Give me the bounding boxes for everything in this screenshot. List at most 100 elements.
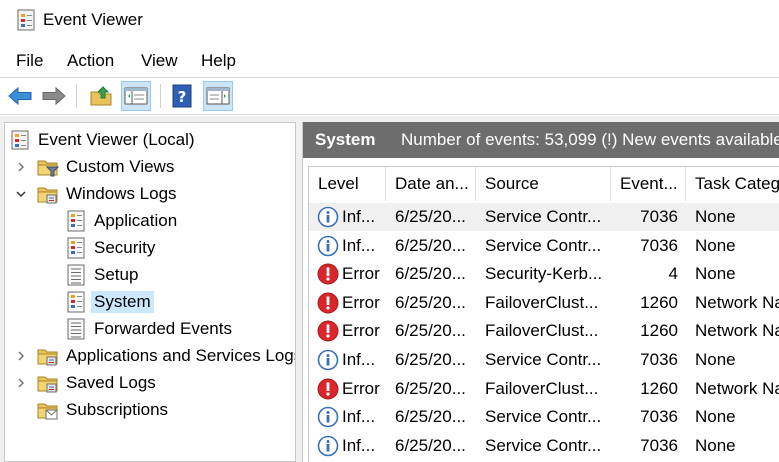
menu-action[interactable]: Action [67, 51, 114, 71]
folder-icon [37, 345, 59, 367]
plain-log-icon [65, 264, 87, 286]
cell-event-id: 7036 [640, 350, 678, 369]
cell-level: Error [342, 292, 380, 312]
info-icon [317, 406, 339, 428]
column-header-level[interactable]: Level [309, 167, 386, 201]
cell-date: 6/25/20... [395, 350, 466, 369]
cell-event-id: 7036 [640, 207, 678, 226]
error-icon [317, 292, 339, 314]
chevron-right-icon[interactable] [15, 377, 27, 389]
cell-date: 6/25/20... [395, 264, 466, 284]
chevron-right-icon[interactable] [15, 161, 27, 173]
cell-date: 6/25/20... [395, 321, 466, 341]
cell-date: 6/25/20... [395, 435, 466, 455]
menu-file[interactable]: File [16, 51, 43, 71]
menu-view[interactable]: View [141, 51, 178, 71]
table-row[interactable]: Inf... 6/25/20... Service Contr... 7036 None [309, 432, 779, 460]
event-count-info: Number of events: 53,099 (!) New events … [401, 130, 779, 149]
column-header-source[interactable]: Source [476, 167, 611, 201]
help-button[interactable]: ? [167, 81, 197, 111]
tree-item-label: Applications and Services Logs [66, 346, 296, 365]
tree-item-security[interactable]: Security [5, 235, 295, 261]
cell-source: FailoverClust... [485, 378, 599, 398]
table-row[interactable]: Error 6/25/20... Security-Kerb... 4 None [309, 260, 779, 288]
show-hide-console-tree-button[interactable] [121, 81, 151, 111]
cell-date: 6/25/20... [395, 407, 466, 427]
table-row[interactable]: Error 6/25/20... FailoverClust... 1260 Netwo… [309, 289, 779, 317]
show-hide-action-pane-icon [206, 87, 230, 105]
tree-item-forwarded-events[interactable]: Forwarded Events [5, 316, 295, 342]
cell-level: Inf... [342, 235, 376, 255]
events-pane: System Number of events: 53,099 (!) New … [302, 122, 779, 462]
cell-level: Inf... [342, 407, 376, 427]
column-headers: Level Date an... Source Event... Task Ca… [309, 167, 779, 201]
cell-level: Error [342, 264, 380, 284]
column-header-event-id[interactable]: Event... [611, 167, 686, 201]
error-icon [317, 378, 339, 400]
cell-source: FailoverClust... [485, 292, 599, 312]
tree-item-label: Forwarded Events [94, 319, 232, 338]
tree-item-system[interactable]: System [5, 289, 295, 315]
console-tree[interactable]: Event Viewer (Local) Custom Views Windows … [4, 122, 296, 462]
cell-date: 6/25/20... [395, 235, 466, 255]
tree-item-windows-logs[interactable]: Windows Logs [5, 181, 295, 207]
tree-item-label: System [91, 291, 154, 313]
cell-task-category: None [695, 235, 736, 255]
toolbar: ? [0, 77, 779, 115]
table-row[interactable]: Inf... 6/25/20... Service Contr... 7036 None [309, 203, 779, 231]
folder-filter-icon [37, 156, 60, 178]
tree-item-label: Custom Views [66, 157, 175, 176]
table-row[interactable]: Error 6/25/20... FailoverClust... 1260 Netwo… [309, 375, 779, 403]
log-icon [65, 210, 87, 232]
cell-event-id: 7036 [640, 407, 678, 427]
up-one-level-button[interactable] [86, 81, 116, 111]
tree-item-subscriptions[interactable]: Subscriptions [5, 397, 295, 423]
show-hide-action-pane-button[interactable] [203, 81, 233, 111]
events-list[interactable]: Level Date an... Source Event... Task Ca… [308, 166, 779, 462]
cell-event-id: 7036 [640, 435, 678, 455]
table-row[interactable]: Inf... 6/25/20... Service Contr... 7036 None [309, 403, 779, 431]
cell-task-category: None [695, 350, 736, 369]
info-icon [317, 349, 339, 371]
window-title: Event Viewer [43, 10, 143, 29]
cell-source: Service Contr... [485, 207, 602, 226]
back-button[interactable] [5, 81, 35, 111]
info-icon [317, 235, 339, 257]
log-icon [65, 291, 87, 313]
tree-item-saved-logs[interactable]: Saved Logs [5, 370, 295, 396]
log-icon [65, 237, 87, 259]
cell-event-id: 4 [668, 264, 678, 284]
log-name: System [315, 130, 376, 149]
tree-item-label: Subscriptions [66, 400, 169, 419]
column-header-task-category[interactable]: Task Category [686, 167, 779, 201]
column-header-date[interactable]: Date an... [386, 167, 476, 201]
tree-item-label: Application [94, 211, 178, 230]
tree-item-label: Windows Logs [66, 184, 177, 203]
cell-event-id: 7036 [640, 235, 678, 255]
tree-item-setup[interactable]: Setup [5, 262, 295, 288]
forward-arrow-icon [42, 86, 66, 106]
tree-item-application[interactable]: Application [5, 208, 295, 234]
table-row[interactable]: Inf... 6/25/20... Service Contr... 7036 None [309, 346, 779, 374]
chevron-right-icon[interactable] [15, 350, 27, 362]
chevron-down-icon[interactable] [15, 188, 27, 200]
menu-bar: File Action View Help [0, 46, 779, 76]
log-header: System Number of events: 53,099 (!) New … [303, 122, 779, 158]
event-viewer-icon [9, 129, 31, 151]
cell-task-category: None [695, 435, 736, 455]
folder-icon [37, 183, 59, 205]
table-row[interactable]: Inf... 6/25/20... Service Contr... 7036 None [309, 232, 779, 260]
menu-help[interactable]: Help [201, 51, 236, 71]
tree-item-label: Security [94, 238, 156, 257]
tree-item-custom-views[interactable]: Custom Views [5, 154, 295, 180]
up-folder-icon [90, 86, 112, 106]
table-row[interactable]: Error 6/25/20... FailoverClust... 1260 Netwo… [309, 317, 779, 345]
forward-button[interactable] [39, 81, 69, 111]
cell-task-category: Network Na [695, 378, 779, 398]
back-arrow-icon [8, 86, 32, 106]
cell-level: Inf... [342, 435, 376, 455]
cell-task-category: None [695, 207, 736, 226]
tree-item-event-viewer-local[interactable]: Event Viewer (Local) [5, 127, 295, 153]
cell-source: FailoverClust... [485, 321, 599, 341]
tree-item-applications-and-services-logs[interactable]: Applications and Services Logs [5, 343, 296, 369]
